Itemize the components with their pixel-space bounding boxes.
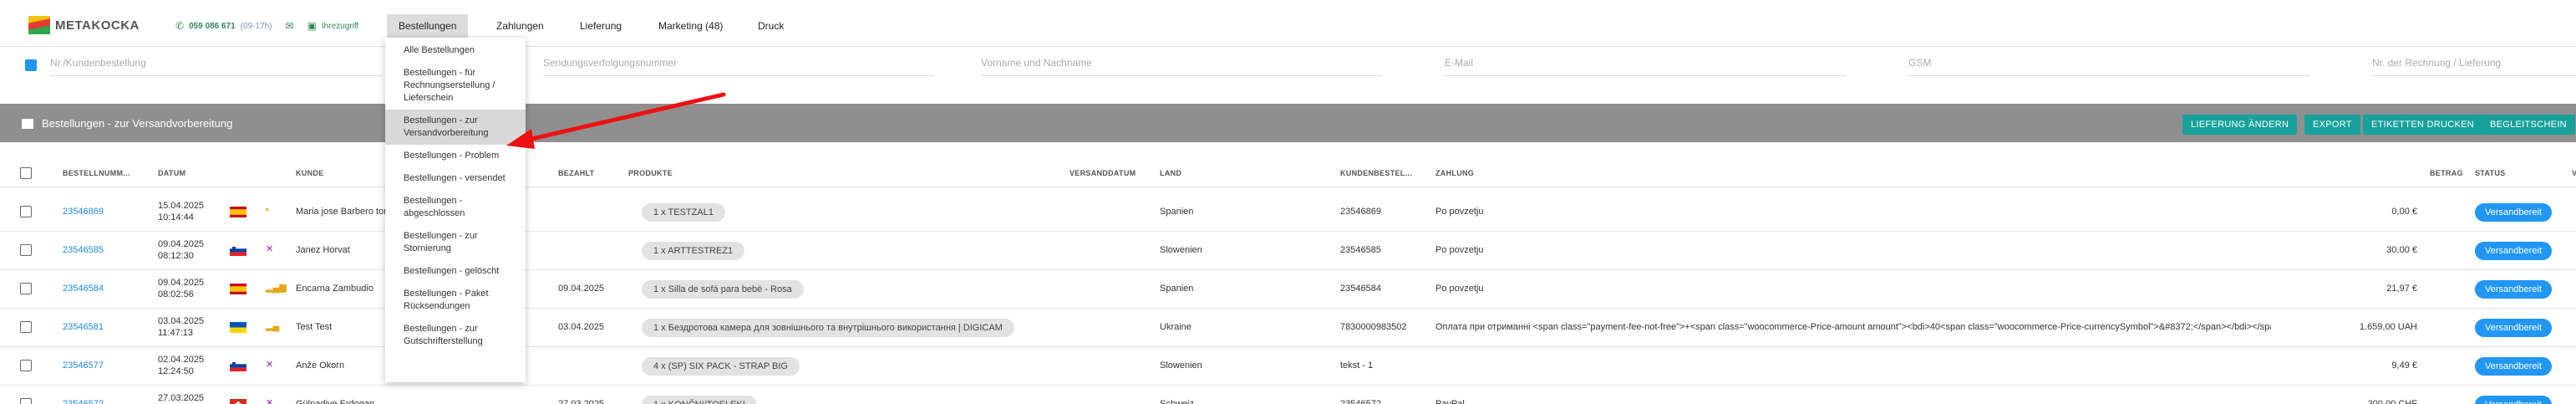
red-arrow-annotation — [506, 92, 726, 149]
